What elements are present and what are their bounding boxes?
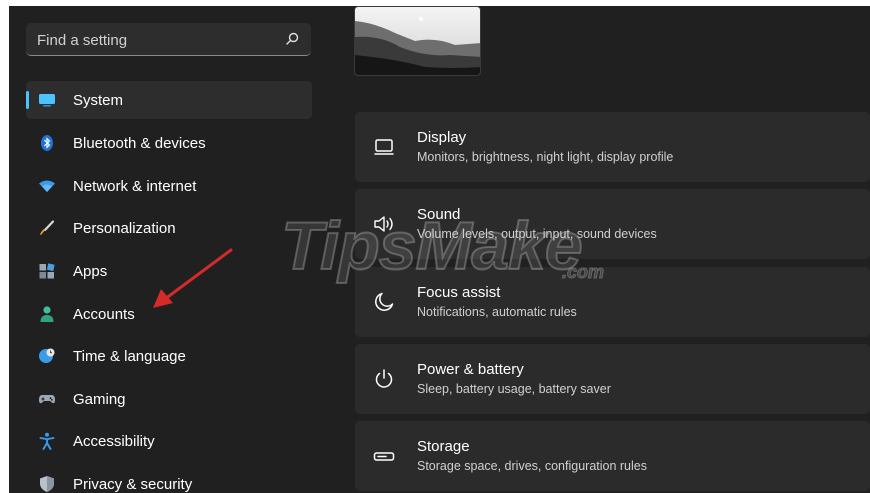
sidebar-item-network[interactable]: Network & internet <box>26 167 312 205</box>
annotation-arrow-icon <box>153 248 233 308</box>
sidebar-item-gaming[interactable]: Gaming <box>26 380 312 418</box>
card-subtitle: Storage space, drives, configuration rul… <box>417 459 647 473</box>
sidebar-item-label: Apps <box>73 263 108 280</box>
brush-icon <box>40 220 55 235</box>
sidebar-item-label: Accessibility <box>73 433 155 450</box>
moon-icon <box>375 292 394 311</box>
sidebar-item-label: Personalization <box>73 220 176 237</box>
search-placeholder: Find a setting <box>37 32 128 49</box>
storage-card[interactable]: Storage Storage space, drives, configura… <box>355 421 870 491</box>
search-icon[interactable] <box>284 31 300 47</box>
sidebar-item-personalization[interactable]: Personalization <box>26 209 312 247</box>
monitor-icon <box>39 94 55 107</box>
card-subtitle: Sleep, battery usage, battery saver <box>417 382 611 396</box>
selection-indicator <box>26 91 29 109</box>
display-icon <box>374 139 394 155</box>
wallpaper-image <box>355 7 480 75</box>
sidebar-item-label: System <box>73 92 124 109</box>
card-subtitle: Monitors, brightness, night light, displ… <box>417 150 674 164</box>
sidebar-item-label: Bluetooth & devices <box>73 135 206 152</box>
sidebar-item-label: Accounts <box>73 306 135 323</box>
card-title: Display <box>417 129 467 146</box>
apps-icon <box>39 263 55 279</box>
card-title: Storage <box>417 438 470 455</box>
sidebar-item-privacy-security[interactable]: Privacy & security <box>26 465 312 493</box>
sidebar-item-label: Gaming <box>73 391 126 408</box>
watermark-domain: .com <box>561 262 605 283</box>
settings-window: Find a setting System Bluetooth & device… <box>9 6 870 493</box>
power-icon <box>375 369 393 388</box>
storage-icon <box>373 452 395 461</box>
sidebar-item-label: Time & language <box>73 348 186 365</box>
accessibility-icon <box>39 432 55 450</box>
shield-icon <box>40 476 54 492</box>
sidebar-item-accessibility[interactable]: Accessibility <box>26 422 312 460</box>
watermark-text: TipsMake <box>280 207 584 285</box>
gamepad-icon <box>39 395 55 404</box>
sidebar-item-label: Network & internet <box>73 178 197 195</box>
card-title: Power & battery <box>417 361 524 378</box>
globe-clock-icon <box>39 348 55 363</box>
display-card[interactable]: Display Monitors, brightness, night ligh… <box>355 112 870 182</box>
person-icon <box>40 306 54 322</box>
search-input[interactable]: Find a setting <box>26 23 311 56</box>
sidebar-item-time-language[interactable]: Time & language <box>26 337 312 375</box>
sidebar-item-system[interactable]: System <box>26 81 312 119</box>
card-subtitle: Notifications, automatic rules <box>417 305 577 319</box>
bluetooth-icon <box>41 135 53 151</box>
card-title: Focus assist <box>417 284 501 301</box>
power-battery-card[interactable]: Power & battery Sleep, battery usage, ba… <box>355 344 870 414</box>
sidebar-item-label: Privacy & security <box>73 476 193 493</box>
wifi-icon <box>39 180 55 192</box>
wallpaper-preview[interactable] <box>354 6 481 76</box>
sidebar-item-bluetooth[interactable]: Bluetooth & devices <box>26 124 312 162</box>
